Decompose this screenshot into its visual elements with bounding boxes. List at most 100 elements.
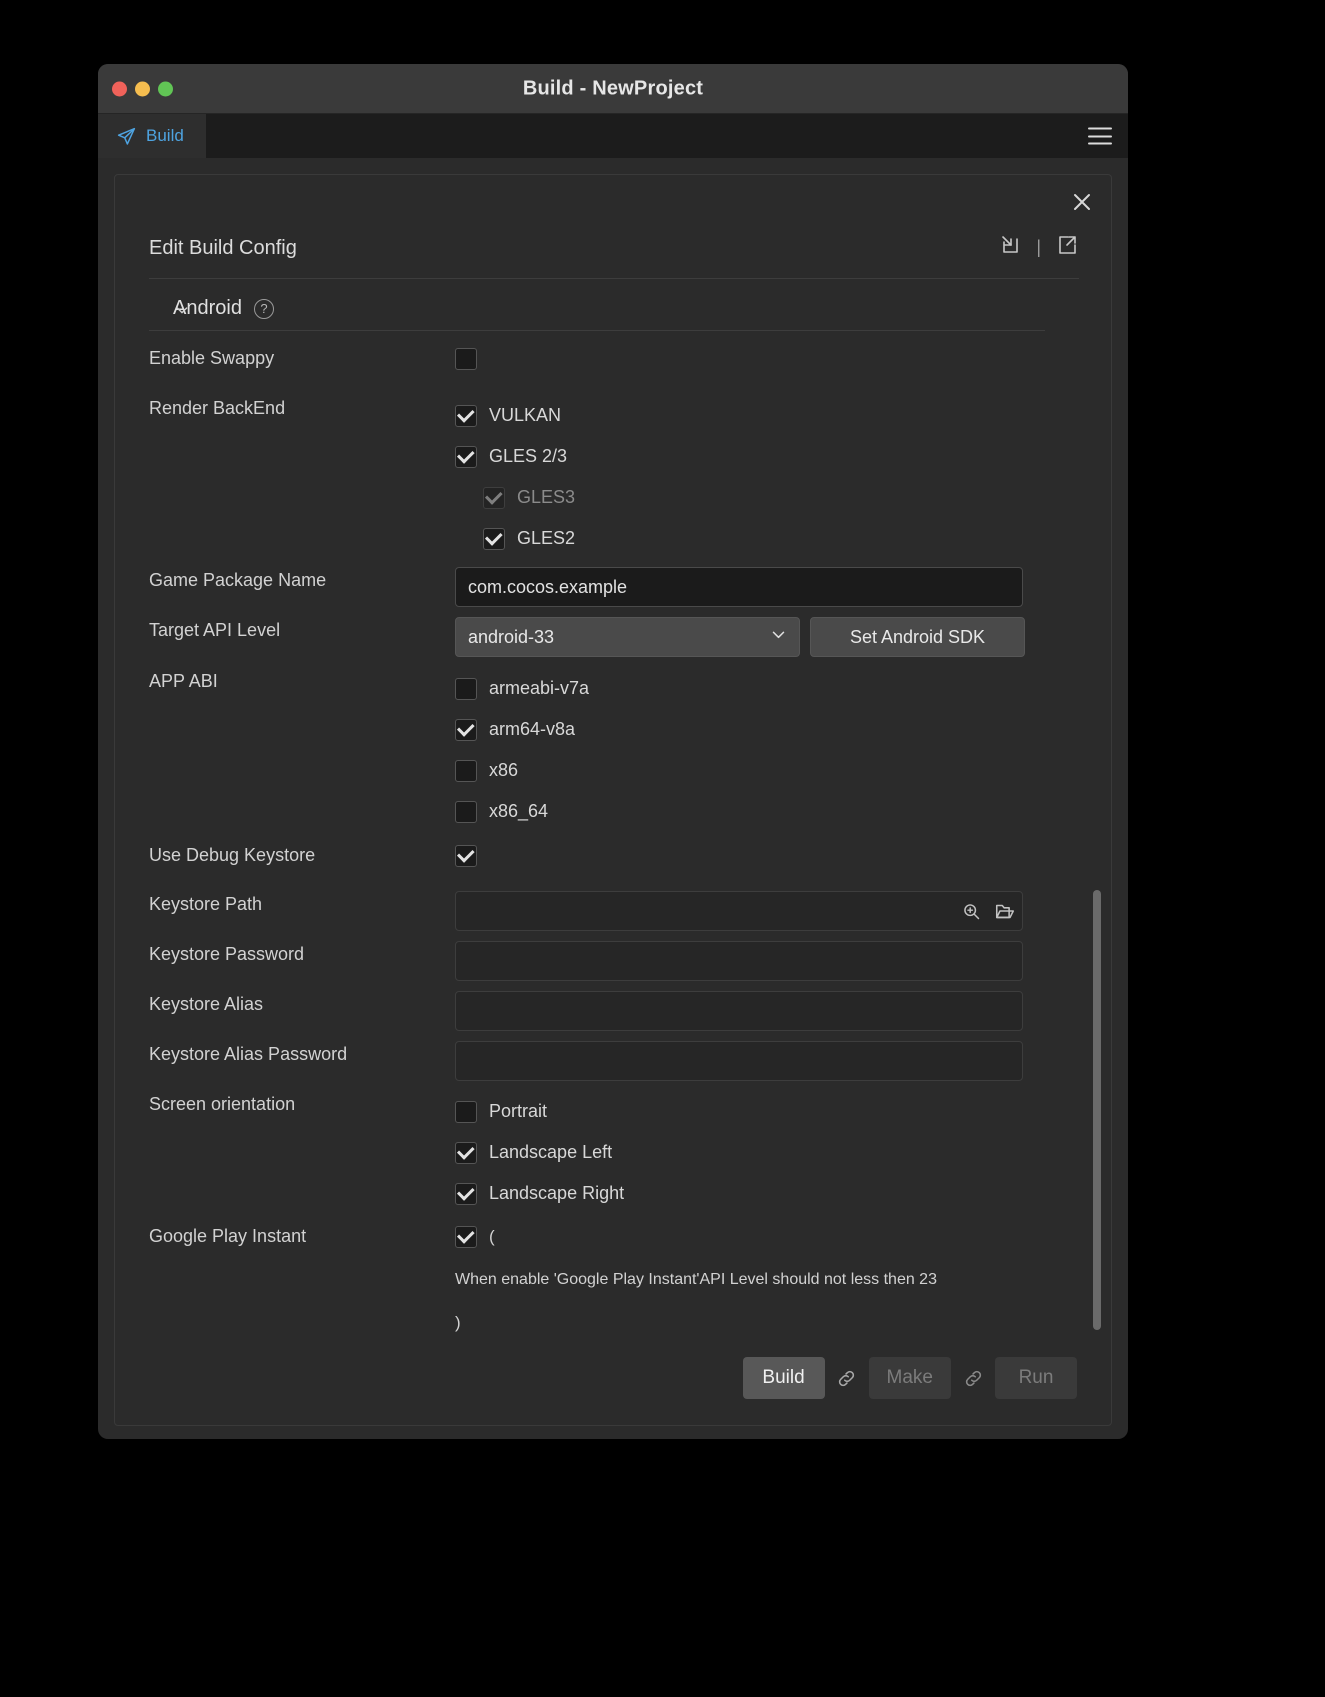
field-google-play-instant: ( When enable 'Google Play Instant'API L… xyxy=(455,1223,1069,1333)
google-play-instant-open-paren: ( xyxy=(489,1227,495,1247)
label-portrait: Portrait xyxy=(489,1101,547,1122)
option-vulkan[interactable]: VULKAN xyxy=(455,395,1069,436)
edit-build-config-panel: Edit Build Config | xyxy=(114,174,1112,1426)
label-enable-swappy: Enable Swappy xyxy=(149,345,455,369)
option-gles2[interactable]: GLES2 xyxy=(483,518,1069,559)
field-enable-swappy xyxy=(455,345,1069,373)
checkbox-armeabi-v7a[interactable] xyxy=(455,678,477,700)
label-screen-orientation: Screen orientation xyxy=(149,1091,455,1115)
select-target-api-level-value: android-33 xyxy=(468,627,554,648)
page-title: Edit Build Config xyxy=(149,237,297,260)
label-x86-64: x86_64 xyxy=(489,801,548,822)
field-game-package-name: com.cocos.example xyxy=(455,567,1069,607)
checkbox-landscape-right[interactable] xyxy=(455,1183,477,1205)
checkbox-enable-swappy[interactable] xyxy=(455,348,477,370)
field-screen-orientation: Portrait Landscape Left Landscape Right xyxy=(455,1091,1069,1214)
input-game-package-name[interactable]: com.cocos.example xyxy=(455,567,1023,607)
select-target-api-level[interactable]: android-33 xyxy=(455,617,800,657)
option-x86-64[interactable]: x86_64 xyxy=(455,791,1069,832)
row-keystore-path: Keystore Path xyxy=(149,891,1069,931)
chevron-down-icon xyxy=(770,626,787,648)
checkbox-arm64-v8a[interactable] xyxy=(455,719,477,741)
tab-build[interactable]: Build xyxy=(98,114,207,158)
google-play-instant-note: When enable 'Google Play Instant'API Lev… xyxy=(455,1269,1069,1291)
panel-header: Edit Build Config | xyxy=(149,219,1079,279)
hamburger-menu-icon[interactable] xyxy=(1088,128,1112,145)
search-icon[interactable] xyxy=(954,892,988,930)
option-gles-2-3[interactable]: GLES 2/3 xyxy=(455,436,1069,477)
label-use-debug-keystore: Use Debug Keystore xyxy=(149,842,455,866)
close-icon[interactable] xyxy=(1067,187,1097,217)
send-icon xyxy=(116,126,137,147)
checkbox-google-play-instant[interactable] xyxy=(455,1226,477,1248)
link-icon[interactable] xyxy=(961,1368,985,1389)
build-button[interactable]: Build xyxy=(743,1357,825,1399)
option-arm64-v8a[interactable]: arm64-v8a xyxy=(455,709,1069,750)
field-keystore-path xyxy=(455,891,1069,931)
header-tools-separator: | xyxy=(1036,237,1041,258)
link-icon[interactable] xyxy=(835,1368,859,1389)
help-icon[interactable]: ? xyxy=(254,299,274,319)
panel-scrollbar[interactable] xyxy=(1093,890,1101,1330)
row-keystore-alias-password: Keystore Alias Password xyxy=(149,1041,1069,1081)
checkbox-gles-2-3[interactable] xyxy=(455,446,477,468)
field-render-backend: VULKAN GLES 2/3 GLES3 GLES2 xyxy=(455,395,1069,559)
input-keystore-alias[interactable] xyxy=(455,991,1023,1031)
option-landscape-left[interactable]: Landscape Left xyxy=(455,1132,1069,1173)
export-config-icon[interactable] xyxy=(1055,233,1079,262)
input-keystore-password[interactable] xyxy=(455,941,1023,981)
option-landscape-right[interactable]: Landscape Right xyxy=(455,1173,1069,1214)
checkbox-vulkan[interactable] xyxy=(455,405,477,427)
row-game-package-name: Game Package Name com.cocos.example xyxy=(149,567,1069,607)
panel-header-tools: | xyxy=(998,233,1079,264)
input-keystore-path-wrapper xyxy=(455,891,1023,931)
build-window: Build - NewProject Build Edit Build Conf… xyxy=(98,64,1128,1439)
label-keystore-alias: Keystore Alias xyxy=(149,991,455,1015)
checkbox-x86[interactable] xyxy=(455,760,477,782)
checkbox-gles3 xyxy=(483,487,505,509)
label-arm64-v8a: arm64-v8a xyxy=(489,719,575,740)
build-config-form: Enable Swappy Render BackEnd VULKAN xyxy=(115,335,1111,1425)
checkbox-use-debug-keystore[interactable] xyxy=(455,845,477,867)
row-target-api-level: Target API Level android-33 Set Android … xyxy=(149,617,1069,657)
tab-build-label: Build xyxy=(146,126,184,146)
window-title: Build - NewProject xyxy=(98,77,1128,100)
row-keystore-alias: Keystore Alias xyxy=(149,991,1069,1031)
row-use-debug-keystore: Use Debug Keystore xyxy=(149,842,1069,870)
checkbox-landscape-left[interactable] xyxy=(455,1142,477,1164)
checkbox-portrait[interactable] xyxy=(455,1101,477,1123)
window-titlebar: Build - NewProject xyxy=(98,64,1128,114)
label-render-backend: Render BackEnd xyxy=(149,395,455,419)
label-keystore-alias-password: Keystore Alias Password xyxy=(149,1041,455,1065)
set-android-sdk-button[interactable]: Set Android SDK xyxy=(810,617,1025,657)
label-gles2: GLES2 xyxy=(517,528,575,549)
label-keystore-password: Keystore Password xyxy=(149,941,455,965)
make-button[interactable]: Make xyxy=(869,1357,951,1399)
import-config-icon[interactable] xyxy=(998,233,1022,262)
label-google-play-instant: Google Play Instant xyxy=(149,1223,455,1247)
label-vulkan: VULKAN xyxy=(489,405,561,426)
option-armeabi-v7a[interactable]: armeabi-v7a xyxy=(455,668,1069,709)
folder-icon[interactable] xyxy=(988,892,1022,930)
row-render-backend: Render BackEnd VULKAN GLES 2/3 GLES3 xyxy=(149,395,1069,559)
checkbox-x86-64[interactable] xyxy=(455,801,477,823)
option-x86[interactable]: x86 xyxy=(455,750,1069,791)
row-keystore-password: Keystore Password xyxy=(149,941,1069,981)
label-target-api-level: Target API Level xyxy=(149,617,455,641)
label-game-package-name: Game Package Name xyxy=(149,567,455,591)
label-landscape-right: Landscape Right xyxy=(489,1183,624,1204)
field-use-debug-keystore xyxy=(455,842,1069,870)
row-google-play-instant: Google Play Instant ( When enable 'Googl… xyxy=(149,1223,1069,1333)
field-target-api-level: android-33 Set Android SDK xyxy=(455,617,1069,657)
run-button[interactable]: Run xyxy=(995,1357,1077,1399)
option-gles3: GLES3 xyxy=(483,477,1069,518)
chevron-down-icon[interactable] xyxy=(174,302,190,323)
label-app-abi: APP ABI xyxy=(149,668,455,692)
field-keystore-alias-password xyxy=(455,1041,1069,1081)
label-gles-2-3: GLES 2/3 xyxy=(489,446,567,467)
input-keystore-alias-password[interactable] xyxy=(455,1041,1023,1081)
checkbox-gles2[interactable] xyxy=(483,528,505,550)
section-android-header[interactable]: Android ? xyxy=(149,287,1045,331)
label-armeabi-v7a: armeabi-v7a xyxy=(489,678,589,699)
option-portrait[interactable]: Portrait xyxy=(455,1091,1069,1132)
